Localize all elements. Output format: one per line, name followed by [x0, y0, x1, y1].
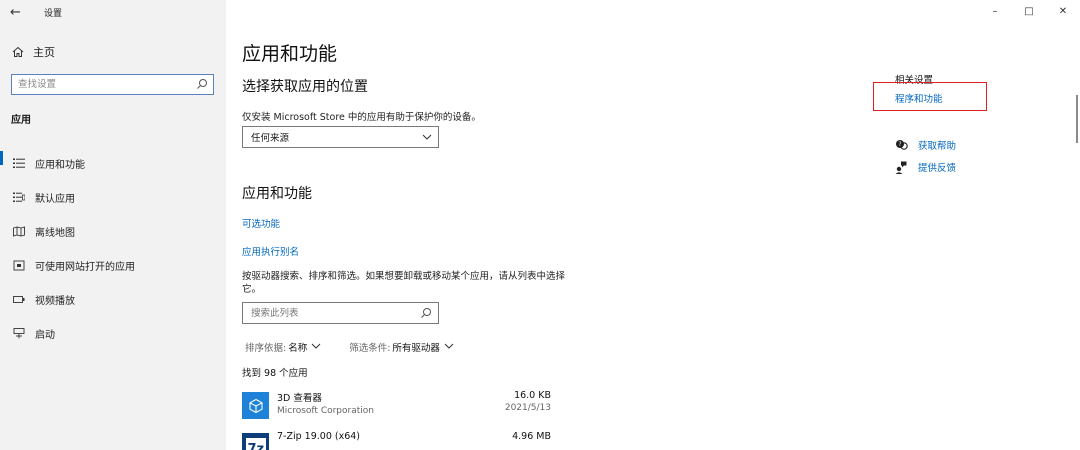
website-apps-icon	[12, 260, 26, 271]
sidebar-item-video-playback[interactable]: 视频播放	[0, 282, 226, 316]
app-source-dropdown[interactable]: 任何来源	[242, 126, 439, 148]
filter-dropdown[interactable]: 筛选条件: 所有驱动器	[349, 340, 454, 354]
feedback-icon	[895, 161, 909, 174]
choose-location-description: 仅安装 Microsoft Store 中的应用有助于保护你的设备。	[242, 112, 481, 123]
get-help-label: 获取帮助	[918, 141, 957, 152]
app-publisher: Microsoft Corporation	[277, 406, 374, 416]
filter-value: 所有驱动器	[392, 343, 440, 354]
chat-help-icon: ?	[895, 139, 909, 151]
sidebar-item-label: 应用和功能	[35, 159, 85, 171]
sidebar-item-website-apps[interactable]: 可使用网站打开的应用	[0, 248, 226, 282]
close-icon: ✕	[1058, 5, 1068, 17]
chevron-down-icon	[422, 134, 432, 140]
sidebar-item-label: 可使用网站打开的应用	[35, 261, 135, 273]
app-source-dropdown-value: 任何来源	[251, 133, 290, 144]
apps-list-description: 按驱动器搜索、排序和筛选。如果想要卸载或移动某个应用，请从列表中选择它。	[242, 271, 566, 295]
get-help-link[interactable]: ? 获取帮助	[895, 138, 956, 152]
window-title: 设置	[44, 8, 63, 19]
give-feedback-link[interactable]: 提供反馈	[895, 160, 956, 174]
give-feedback-label: 提供反馈	[918, 163, 957, 174]
7zip-icon: 7z	[242, 433, 269, 450]
optional-features-link[interactable]: 可选功能	[242, 216, 280, 230]
window-controls: – □ ✕	[978, 0, 1080, 22]
minimize-icon: –	[992, 5, 998, 17]
sort-dropdown[interactable]: 排序依据: 名称	[245, 340, 321, 354]
offline-map-icon	[12, 225, 26, 237]
choose-location-heading: 选择获取应用的位置	[242, 79, 368, 95]
minimize-button[interactable]: –	[978, 0, 1012, 22]
svg-text:7z: 7z	[247, 442, 264, 450]
sidebar-item-label: 启动	[35, 329, 55, 341]
maximize-button[interactable]: □	[1012, 0, 1046, 22]
app-name: 3D 查看器	[277, 393, 322, 404]
list-item[interactable]: 7z 7-Zip 19.00 (x64) 4.96 MB	[242, 430, 554, 450]
sidebar-item-label: 视频播放	[35, 295, 75, 307]
startup-icon	[12, 327, 26, 339]
highlight-annotation-box	[873, 82, 987, 111]
chevron-down-icon	[311, 343, 321, 349]
filter-label: 筛选条件:	[349, 343, 391, 354]
search-icon[interactable]	[420, 307, 432, 319]
app-name: 7-Zip 19.00 (x64)	[277, 431, 361, 442]
scrollbar[interactable]	[1076, 95, 1078, 143]
maximize-icon: □	[1024, 5, 1034, 17]
app-size: 16.0 KB	[514, 390, 551, 401]
sidebar-item-label: 默认应用	[35, 193, 75, 205]
sidebar-item-label: 离线地图	[35, 227, 75, 239]
settings-search-input[interactable]	[12, 75, 192, 94]
sort-label: 排序依据:	[245, 343, 287, 354]
default-apps-icon	[12, 192, 26, 203]
3d-viewer-icon	[242, 392, 269, 419]
back-arrow-icon[interactable]: ←	[10, 5, 26, 20]
sort-value: 名称	[288, 343, 308, 354]
sort-filter-row: 排序依据: 名称 筛选条件: 所有驱动器	[245, 340, 454, 354]
close-button[interactable]: ✕	[1046, 0, 1080, 22]
sidebar-nav: 应用和功能 默认应用 离线地图 可使用网站打开的应用 视频播放 启动	[0, 146, 226, 350]
sidebar-item-default-apps[interactable]: 默认应用	[0, 180, 226, 214]
home-label: 主页	[33, 46, 55, 59]
app-size: 4.96 MB	[512, 431, 551, 442]
sidebar-item-home[interactable]: 主页	[12, 44, 55, 60]
home-icon	[12, 46, 24, 57]
sidebar: ← 设置 主页 应用 应用和功能 默认应用 离线地图	[0, 0, 226, 450]
list-item[interactable]: 3D 查看器 Microsoft Corporation 16.0 KB 202…	[242, 389, 554, 423]
apps-list-search-box[interactable]	[242, 302, 439, 324]
sidebar-item-offline-maps[interactable]: 离线地图	[0, 214, 226, 248]
app-date: 2021/5/13	[504, 403, 551, 413]
apps-count: 找到 98 个应用	[242, 368, 308, 379]
sidebar-item-startup[interactable]: 启动	[0, 316, 226, 350]
apps-list-icon	[12, 158, 26, 169]
apps-features-heading: 应用和功能	[242, 186, 312, 202]
video-playback-icon	[12, 294, 26, 305]
sidebar-item-apps-features[interactable]: 应用和功能	[0, 146, 226, 180]
app-execution-aliases-link[interactable]: 应用执行别名	[242, 244, 299, 258]
page-title: 应用和功能	[242, 43, 338, 65]
search-icon[interactable]	[196, 78, 208, 90]
sidebar-section-label: 应用	[11, 115, 31, 126]
svg-text:?: ?	[898, 141, 901, 148]
chevron-down-icon	[444, 343, 454, 349]
settings-search-box[interactable]	[11, 74, 214, 95]
apps-list-search-input[interactable]	[243, 304, 413, 322]
title-row: ← 设置	[10, 4, 62, 20]
